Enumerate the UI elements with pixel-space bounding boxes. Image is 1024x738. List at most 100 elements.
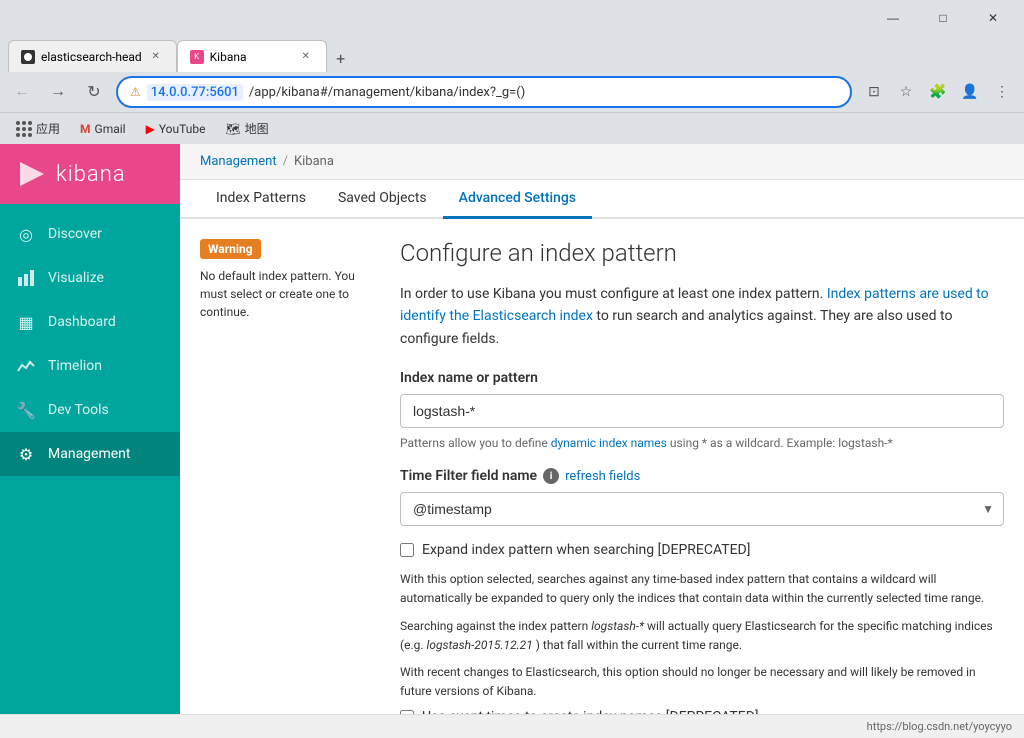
profile-icon[interactable]: 👤: [956, 78, 984, 106]
tab-close-kibana[interactable]: ✕: [298, 49, 314, 65]
example-italic: logstash-2015.12.21: [427, 638, 533, 652]
maximize-button[interactable]: □: [920, 4, 966, 32]
new-tab-button[interactable]: +: [327, 44, 355, 72]
app-layout: kibana ◎ Discover Visualize ▦ Dashbo: [0, 144, 1024, 714]
event-times-checkbox[interactable]: [400, 710, 414, 714]
browser-window: — □ ✕ elasticsearch-head ✕ K Kibana ✕ + …: [0, 0, 1024, 144]
expand-checkbox-row: Expand index pattern when searching [DEP…: [400, 542, 1004, 558]
minimize-button[interactable]: —: [870, 4, 916, 32]
section-tabs: Index Patterns Saved Objects Advanced Se…: [180, 180, 1024, 219]
tab-saved-objects[interactable]: Saved Objects: [322, 180, 443, 219]
sidebar-item-visualize[interactable]: Visualize: [0, 256, 180, 300]
elastic-favicon: [21, 50, 35, 64]
breadcrumb-separator: /: [283, 154, 288, 169]
expand-desc-3: With recent changes to Elasticsearch, th…: [400, 663, 1004, 701]
timestamp-select-wrapper: @timestamp ▼: [400, 492, 1004, 526]
warning-badge: Warning: [200, 239, 261, 259]
sidebar-navigation: ◎ Discover Visualize ▦ Dashboard: [0, 204, 180, 484]
youtube-label: YouTube: [159, 122, 206, 136]
warning-text: No default index pattern. You must selec…: [200, 267, 380, 321]
close-button[interactable]: ✕: [970, 4, 1016, 32]
expand-checkbox-label[interactable]: Expand index pattern when searching [DEP…: [422, 542, 750, 558]
kibana-logo-icon: [16, 158, 48, 190]
maps-label: 地图: [245, 120, 269, 137]
youtube-icon: ▶: [146, 122, 155, 136]
reload-button[interactable]: ↻: [80, 78, 108, 106]
status-bar: https://blog.csdn.net/yoycyyo: [0, 714, 1024, 738]
discover-icon: ◎: [16, 224, 36, 244]
tab-title-elastic: elasticsearch-head: [41, 50, 142, 64]
index-name-input[interactable]: [400, 394, 1004, 428]
tab-advanced-settings[interactable]: Advanced Settings: [443, 180, 592, 219]
gmail-icon: M: [80, 122, 91, 136]
pattern-italic: logstash-*: [591, 619, 644, 633]
bookmarks-bar: 应用 M Gmail ▶ YouTube 🗺 地图: [0, 112, 1024, 144]
translate-icon[interactable]: ⊡: [860, 78, 888, 106]
event-times-checkbox-row: Use event times to create index names [D…: [400, 709, 1004, 714]
refresh-fields-link[interactable]: refresh fields: [565, 469, 640, 484]
window-controls: — □ ✕: [870, 4, 1016, 32]
tab-close-elastic[interactable]: ✕: [148, 49, 164, 65]
timelion-icon: [16, 356, 36, 376]
time-filter-label: Time Filter field name: [400, 468, 537, 484]
url-highlight: 14.0.0.77:5601: [147, 84, 243, 101]
gmail-label: Gmail: [95, 122, 126, 136]
url-bar[interactable]: ⚠ 14.0.0.77:5601 /app/kibana#/management…: [116, 76, 852, 108]
status-url: https://blog.csdn.net/yoycyyo: [867, 720, 1012, 733]
sidebar-label-discover: Discover: [48, 226, 102, 242]
youtube-bookmark[interactable]: ▶ YouTube: [142, 120, 210, 138]
management-icon: ⚙: [16, 444, 36, 464]
url-rest: /app/kibana#/management/kibana/index?_g=…: [249, 85, 525, 100]
bookmark-icon[interactable]: ☆: [892, 78, 920, 106]
tab-index-patterns[interactable]: Index Patterns: [200, 180, 322, 219]
content-area: Warning No default index pattern. You mu…: [180, 219, 1024, 714]
expand-desc-1: With this option selected, searches agai…: [400, 570, 1004, 608]
devtools-icon: 🔧: [16, 400, 36, 420]
tab-title-kibana: Kibana: [210, 50, 247, 64]
address-bar: ← → ↻ ⚠ 14.0.0.77:5601 /app/kibana#/mana…: [0, 72, 1024, 112]
maps-icon: 🗺: [225, 122, 240, 136]
timestamp-select[interactable]: @timestamp: [400, 492, 1004, 526]
form-description: In order to use Kibana you must configur…: [400, 283, 1004, 350]
apps-bookmark[interactable]: 应用: [12, 118, 64, 139]
maps-bookmark[interactable]: 🗺 地图: [221, 118, 272, 139]
sidebar-item-devtools[interactable]: 🔧 Dev Tools: [0, 388, 180, 432]
browser-actions: ⊡ ☆ 🧩 👤 ⋮: [860, 78, 1016, 106]
event-times-checkbox-label[interactable]: Use event times to create index names [D…: [422, 709, 759, 714]
sidebar: kibana ◎ Discover Visualize ▦ Dashbo: [0, 144, 180, 714]
sidebar-item-dashboard[interactable]: ▦ Dashboard: [0, 300, 180, 344]
apps-icon: [16, 121, 32, 137]
form-title: Configure an index pattern: [400, 239, 1004, 267]
dynamic-index-link[interactable]: dynamic index names: [551, 436, 667, 450]
tab-elasticsearch[interactable]: elasticsearch-head ✕: [8, 40, 177, 72]
sidebar-label-timelion: Timelion: [48, 358, 102, 374]
sidebar-logo: kibana: [0, 144, 180, 204]
main-content: Management / Kibana Index Patterns Saved…: [180, 144, 1024, 714]
apps-label: 应用: [36, 120, 60, 137]
index-name-label: Index name or pattern: [400, 370, 1004, 386]
security-icon: ⚠: [130, 85, 141, 99]
tab-bar: elasticsearch-head ✕ K Kibana ✕ +: [0, 36, 1024, 72]
sidebar-label-visualize: Visualize: [48, 270, 104, 286]
kibana-logo-text: kibana: [56, 162, 126, 187]
sidebar-label-devtools: Dev Tools: [48, 402, 109, 418]
sidebar-item-timelion[interactable]: Timelion: [0, 344, 180, 388]
sidebar-item-discover[interactable]: ◎ Discover: [0, 212, 180, 256]
expand-desc-2: Searching against the index pattern logs…: [400, 617, 1004, 655]
tab-kibana[interactable]: K Kibana ✕: [177, 40, 327, 72]
extensions-icon[interactable]: 🧩: [924, 78, 952, 106]
menu-icon[interactable]: ⋮: [988, 78, 1016, 106]
warning-panel: Warning No default index pattern. You mu…: [200, 239, 380, 694]
forward-button[interactable]: →: [44, 78, 72, 106]
expand-checkbox[interactable]: [400, 543, 414, 557]
gmail-bookmark[interactable]: M Gmail: [76, 120, 130, 138]
sidebar-label-management: Management: [48, 446, 130, 462]
breadcrumb: Management / Kibana: [180, 144, 1024, 180]
index-patterns-link[interactable]: Index patterns are used to identify the …: [400, 286, 989, 324]
breadcrumb-management[interactable]: Management: [200, 154, 277, 169]
time-filter-label-row: Time Filter field name i refresh fields: [400, 468, 1004, 484]
back-button[interactable]: ←: [8, 78, 36, 106]
time-filter-info-icon[interactable]: i: [543, 468, 559, 484]
sidebar-label-dashboard: Dashboard: [48, 314, 116, 330]
sidebar-item-management[interactable]: ⚙ Management: [0, 432, 180, 476]
